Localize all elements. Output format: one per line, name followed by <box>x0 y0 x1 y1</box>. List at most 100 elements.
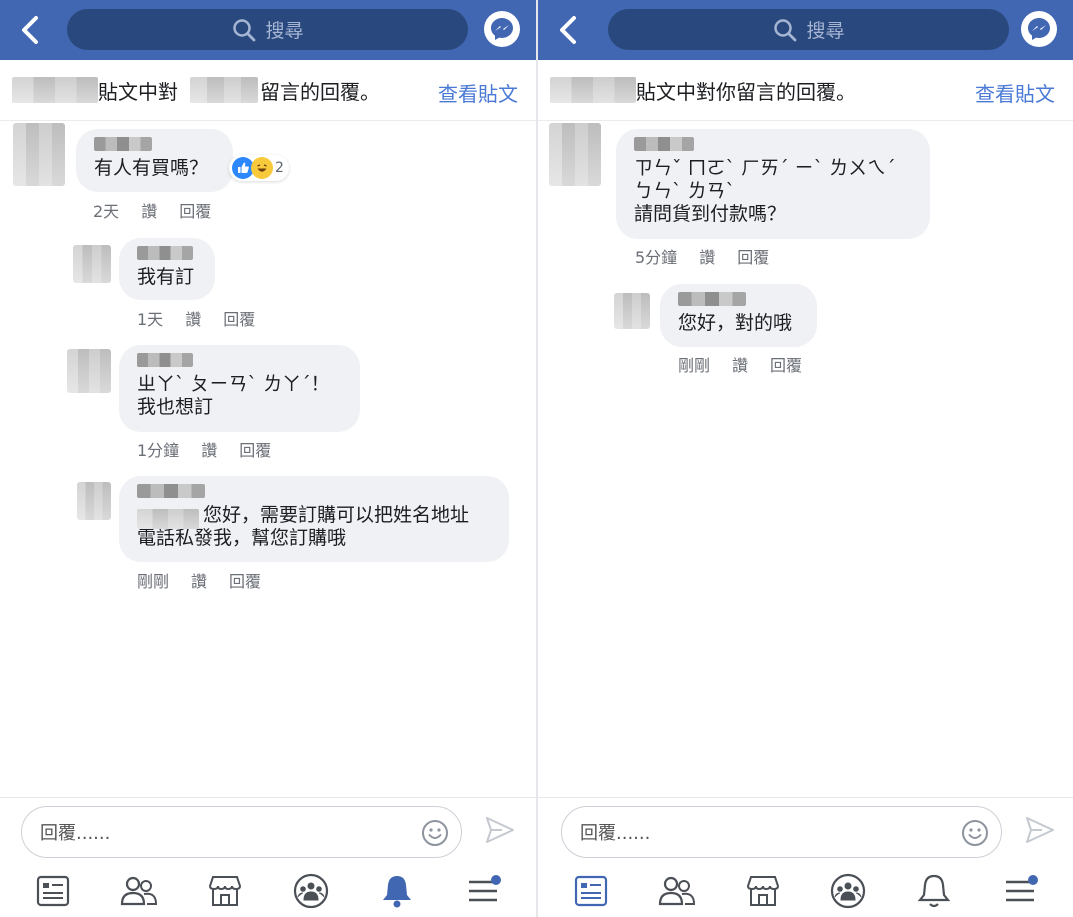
comment-time: 1天 <box>137 310 164 329</box>
comment-time: 2天 <box>93 202 120 221</box>
comment-text: ㄓㄚˋ ㄆㄧㄢˋ ㄌㄚˊ！ 我也想訂 <box>137 373 330 418</box>
news-feed-icon[interactable] <box>571 871 611 911</box>
header-text-part2: 留言的回覆。 <box>260 79 380 104</box>
top-bar: 搜尋 <box>538 0 1073 60</box>
comment-time: 剛剛 <box>678 356 711 375</box>
emoji-icon[interactable] <box>421 819 449 847</box>
comment-meta: 剛剛 讚 回覆 <box>137 568 261 592</box>
top-bar: 搜尋 <box>0 0 536 60</box>
right-panel: 搜尋 貼文中對你留言的回覆。 查看貼文 ㄗㄣˇ ㄇㄛˋ ㄏㄞˊ ㄧˋ ㄌㄨㄟˊ … <box>536 0 1073 917</box>
like-button[interactable]: 讚 <box>185 306 201 330</box>
view-post-link[interactable]: 查看貼文 <box>975 78 1055 107</box>
send-icon[interactable] <box>484 815 516 845</box>
comment-meta: 剛剛 讚 回覆 <box>678 352 802 376</box>
avatar[interactable] <box>77 482 111 520</box>
reply-button[interactable]: 回覆 <box>179 198 211 222</box>
like-button[interactable]: 讚 <box>191 568 207 592</box>
haha-reaction-icon <box>251 157 273 179</box>
left-panel: 搜尋 貼文中對 留言的回覆。 查看貼文 有人有買嗎？ 2 2天 讚 回覆 我有訂… <box>0 0 536 917</box>
menu-icon[interactable] <box>1000 871 1040 911</box>
back-icon[interactable] <box>552 12 588 48</box>
groups-icon[interactable] <box>291 871 331 911</box>
reaction-summary[interactable]: 2 <box>229 155 289 181</box>
marketplace-icon[interactable] <box>743 871 783 911</box>
reply-input[interactable]: 回覆...... <box>561 806 1002 858</box>
blurred-mention <box>137 509 199 529</box>
reply-button[interactable]: 回覆 <box>770 352 802 376</box>
reply-placeholder: 回覆...... <box>580 823 651 844</box>
menu-badge <box>491 875 501 885</box>
header-text-part1: 貼文中對 <box>98 79 178 104</box>
search-icon <box>233 18 256 41</box>
avatar[interactable] <box>13 123 65 186</box>
comment-bubble: 您好，對的哦 <box>660 284 817 347</box>
comment-bubble: 您好，需要訂購可以把姓名地址 電話私發我，幫您訂購哦 <box>119 476 509 562</box>
like-button[interactable]: 讚 <box>201 437 217 461</box>
messenger-icon[interactable] <box>1021 11 1057 47</box>
comment-text: 有人有買嗎？ <box>94 157 209 179</box>
like-button[interactable]: 讚 <box>699 244 715 268</box>
news-feed-icon[interactable] <box>33 871 73 911</box>
blurred-author <box>678 292 746 306</box>
friends-icon[interactable] <box>657 871 697 911</box>
comment-bubble: 有人有買嗎？ <box>76 129 233 192</box>
reaction-count: 2 <box>275 160 284 176</box>
marketplace-icon[interactable] <box>205 871 245 911</box>
avatar[interactable] <box>73 245 111 283</box>
comment-text: 我有訂 <box>137 266 195 288</box>
blurred-author <box>137 246 193 260</box>
comment-text: ㄗㄣˇ ㄇㄛˋ ㄏㄞˊ ㄧˋ ㄌㄨㄟˊ ㄅㄣˋ ㄌㄢˋ 請問貨到付款嗎？ <box>634 157 896 225</box>
bottom-nav <box>538 865 1073 917</box>
avatar[interactable] <box>67 349 111 393</box>
blurred-name <box>190 77 258 103</box>
menu-icon[interactable] <box>463 871 503 911</box>
emoji-icon[interactable] <box>961 819 989 847</box>
reply-input[interactable]: 回覆...... <box>21 806 462 858</box>
like-button[interactable]: 讚 <box>732 352 748 376</box>
messenger-icon[interactable] <box>484 11 520 47</box>
groups-icon[interactable] <box>828 871 868 911</box>
search-placeholder: 搜尋 <box>265 20 304 42</box>
reply-bar: 回覆...... <box>0 797 536 865</box>
comment-bubble: ㄗㄣˇ ㄇㄛˋ ㄏㄞˊ ㄧˋ ㄌㄨㄟˊ ㄅㄣˋ ㄌㄢˋ 請問貨到付款嗎？ <box>616 129 930 239</box>
reply-button[interactable]: 回覆 <box>737 244 769 268</box>
avatar[interactable] <box>614 293 650 329</box>
comment-bubble: ㄓㄚˋ ㄆㄧㄢˋ ㄌㄚˊ！ 我也想訂 <box>119 345 360 432</box>
comment-meta: 1天 讚 回覆 <box>137 306 255 330</box>
blurred-author <box>94 137 152 151</box>
notifications-icon[interactable] <box>914 871 954 911</box>
like-button[interactable]: 讚 <box>141 198 157 222</box>
view-post-link[interactable]: 查看貼文 <box>438 78 518 107</box>
notification-header: 貼文中對 留言的回覆。 查看貼文 <box>0 60 536 121</box>
bottom-nav <box>0 865 536 917</box>
send-icon[interactable] <box>1024 815 1056 845</box>
comment-bubble: 我有訂 <box>119 238 215 300</box>
back-icon[interactable] <box>14 12 50 48</box>
comment-meta: 2天 讚 回覆 <box>93 198 211 222</box>
blurred-name <box>12 77 98 103</box>
reply-button[interactable]: 回覆 <box>239 437 271 461</box>
avatar[interactable] <box>549 123 601 186</box>
comment-time: 剛剛 <box>137 572 170 591</box>
friends-icon[interactable] <box>119 871 159 911</box>
search-input[interactable]: 搜尋 <box>608 9 1009 50</box>
menu-badge <box>1028 875 1039 885</box>
notification-header: 貼文中對你留言的回覆。 查看貼文 <box>538 60 1073 121</box>
comment-text: 您好，對的哦 <box>678 312 793 334</box>
reply-button[interactable]: 回覆 <box>229 568 261 592</box>
search-placeholder: 搜尋 <box>806 20 845 42</box>
comment-meta: 1分鐘 讚 回覆 <box>137 437 271 461</box>
reply-placeholder: 回覆...... <box>40 823 111 844</box>
reply-bar: 回覆...... <box>538 797 1073 865</box>
blurred-author <box>137 484 205 498</box>
comment-time: 5分鐘 <box>635 248 678 267</box>
blurred-author <box>137 353 193 367</box>
search-icon <box>774 18 797 41</box>
notifications-icon[interactable] <box>377 871 417 911</box>
blurred-author <box>634 137 694 151</box>
search-input[interactable]: 搜尋 <box>67 9 468 50</box>
header-text: 貼文中對你留言的回覆。 <box>636 79 856 104</box>
blurred-name <box>550 77 636 103</box>
reply-button[interactable]: 回覆 <box>223 306 255 330</box>
comment-meta: 5分鐘 讚 回覆 <box>635 244 769 268</box>
